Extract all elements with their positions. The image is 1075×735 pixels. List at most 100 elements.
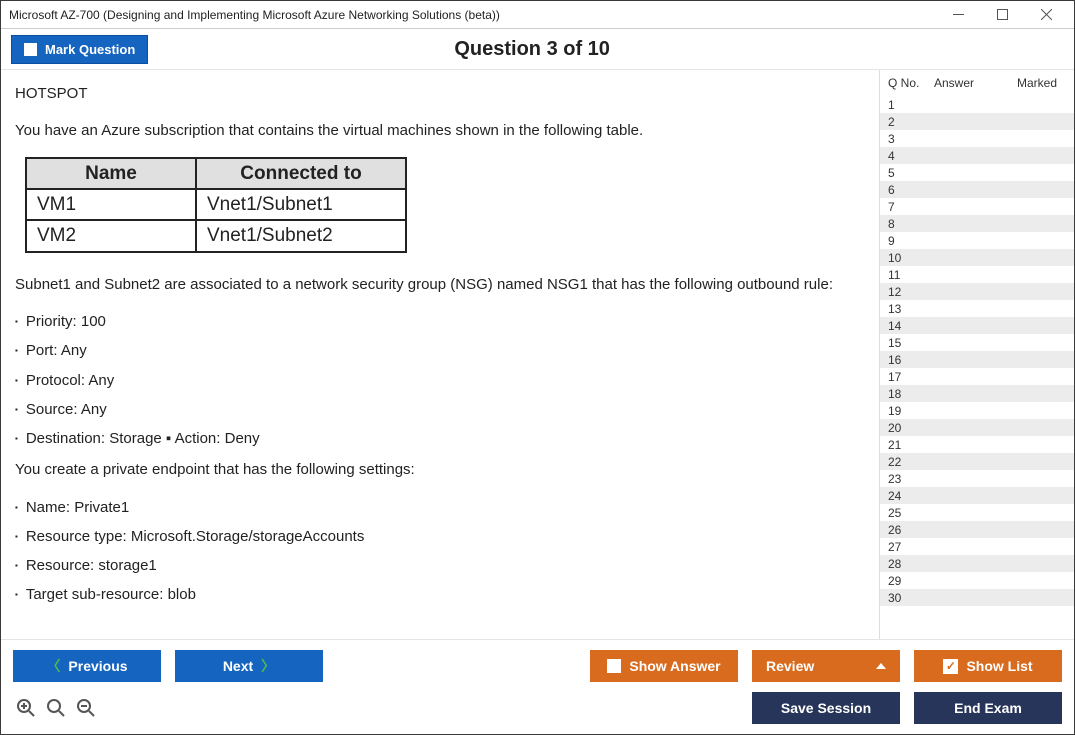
square-icon (607, 659, 621, 673)
next-button[interactable]: Next 〉 (175, 650, 323, 682)
question-number: 22 (888, 455, 934, 469)
question-list-row[interactable]: 7 (880, 198, 1074, 215)
question-number: 8 (888, 217, 934, 231)
mark-question-button[interactable]: Mark Question (11, 35, 148, 64)
vm-table: Name Connected to VM1 Vnet1/Subnet1 VM2 … (25, 157, 407, 253)
question-list-row[interactable]: 25 (880, 504, 1074, 521)
question-number: 13 (888, 302, 934, 316)
question-list-row[interactable]: 30 (880, 589, 1074, 606)
question-tag: HOTSPOT (15, 82, 865, 105)
question-number: 12 (888, 285, 934, 299)
body: HOTSPOT You have an Azure subscription t… (1, 69, 1074, 640)
next-label: Next (223, 658, 253, 674)
chevron-left-icon: 〈 (46, 656, 60, 676)
col-qno: Q No. (888, 76, 934, 90)
question-counter: Question 3 of 10 (148, 38, 916, 61)
question-list-row[interactable]: 6 (880, 181, 1074, 198)
previous-button[interactable]: 〈 Previous (13, 650, 161, 682)
end-exam-button[interactable]: End Exam (914, 692, 1062, 724)
question-number: 6 (888, 183, 934, 197)
question-list-row[interactable]: 21 (880, 436, 1074, 453)
header-row: Mark Question Question 3 of 10 (1, 29, 1074, 69)
previous-label: Previous (68, 658, 127, 674)
question-list-header: Q No. Answer Marked (880, 70, 1074, 96)
pe-line: You create a private endpoint that has t… (15, 458, 865, 481)
question-number: 3 (888, 132, 934, 146)
show-answer-label: Show Answer (629, 658, 720, 674)
maximize-button[interactable] (980, 2, 1024, 28)
question-list-row[interactable]: 18 (880, 385, 1074, 402)
review-button[interactable]: Review (752, 650, 900, 682)
question-list-row[interactable]: 11 (880, 266, 1074, 283)
question-list-row[interactable]: 19 (880, 402, 1074, 419)
pe-bullet: Resource type: Microsoft.Storage/storage… (15, 525, 865, 548)
question-number: 16 (888, 353, 934, 367)
vm-connected-cell: Vnet1/Subnet1 (196, 189, 406, 220)
save-session-label: Save Session (781, 700, 871, 716)
question-list-row[interactable]: 13 (880, 300, 1074, 317)
zoom-reset-icon[interactable] (45, 698, 67, 718)
question-list-panel: Q No. Answer Marked 12345678910111213141… (879, 70, 1074, 639)
minimize-button[interactable] (936, 2, 980, 28)
pe-bullet: Resource: storage1 (15, 554, 865, 577)
question-list-row[interactable]: 24 (880, 487, 1074, 504)
question-list-row[interactable]: 15 (880, 334, 1074, 351)
question-number: 5 (888, 166, 934, 180)
question-number: 27 (888, 540, 934, 554)
question-number: 1 (888, 98, 934, 112)
show-list-button[interactable]: ✓ Show List (914, 650, 1062, 682)
question-list-row[interactable]: 20 (880, 419, 1074, 436)
question-number: 29 (888, 574, 934, 588)
question-number: 17 (888, 370, 934, 384)
show-answer-button[interactable]: Show Answer (590, 650, 738, 682)
question-list-row[interactable]: 9 (880, 232, 1074, 249)
question-number: 15 (888, 336, 934, 350)
question-number: 11 (888, 268, 934, 282)
question-list-row[interactable]: 16 (880, 351, 1074, 368)
question-list[interactable]: 1234567891011121314151617181920212223242… (880, 96, 1074, 639)
question-number: 14 (888, 319, 934, 333)
zoom-controls (13, 698, 97, 718)
question-list-row[interactable]: 29 (880, 572, 1074, 589)
triangle-up-icon (876, 663, 886, 669)
vm-connected-cell: Vnet1/Subnet2 (196, 220, 406, 251)
nsg-bullet: Destination: Storage ▪ Action: Deny (15, 427, 865, 450)
checkbox-icon (24, 43, 37, 56)
save-session-button[interactable]: Save Session (752, 692, 900, 724)
question-number: 25 (888, 506, 934, 520)
nsg-line: Subnet1 and Subnet2 are associated to a … (15, 273, 865, 296)
question-list-row[interactable]: 17 (880, 368, 1074, 385)
question-list-row[interactable]: 28 (880, 555, 1074, 572)
question-number: 30 (888, 591, 934, 605)
footer-row-2: Save Session End Exam (13, 692, 1062, 724)
question-number: 2 (888, 115, 934, 129)
col-marked: Marked (1006, 76, 1068, 90)
question-list-row[interactable]: 4 (880, 147, 1074, 164)
vm-name-cell: VM2 (26, 220, 196, 251)
question-list-row[interactable]: 22 (880, 453, 1074, 470)
question-number: 23 (888, 472, 934, 486)
question-list-row[interactable]: 10 (880, 249, 1074, 266)
zoom-in-icon[interactable] (15, 698, 37, 718)
question-list-row[interactable]: 1 (880, 96, 1074, 113)
question-list-row[interactable]: 8 (880, 215, 1074, 232)
question-list-row[interactable]: 3 (880, 130, 1074, 147)
check-icon: ✓ (943, 659, 958, 674)
question-list-row[interactable]: 5 (880, 164, 1074, 181)
table-row: VM2 Vnet1/Subnet2 (26, 220, 406, 251)
question-number: 10 (888, 251, 934, 265)
vm-table-header-name: Name (26, 158, 196, 189)
question-list-row[interactable]: 2 (880, 113, 1074, 130)
review-label: Review (766, 658, 814, 674)
question-list-row[interactable]: 14 (880, 317, 1074, 334)
question-number: 19 (888, 404, 934, 418)
question-list-row[interactable]: 12 (880, 283, 1074, 300)
question-list-row[interactable]: 27 (880, 538, 1074, 555)
window-title: Microsoft AZ-700 (Designing and Implemen… (7, 5, 502, 25)
question-list-row[interactable]: 26 (880, 521, 1074, 538)
zoom-out-icon[interactable] (75, 698, 97, 718)
close-button[interactable] (1024, 2, 1068, 28)
question-content[interactable]: HOTSPOT You have an Azure subscription t… (1, 70, 879, 639)
col-answer: Answer (934, 76, 1006, 90)
question-list-row[interactable]: 23 (880, 470, 1074, 487)
